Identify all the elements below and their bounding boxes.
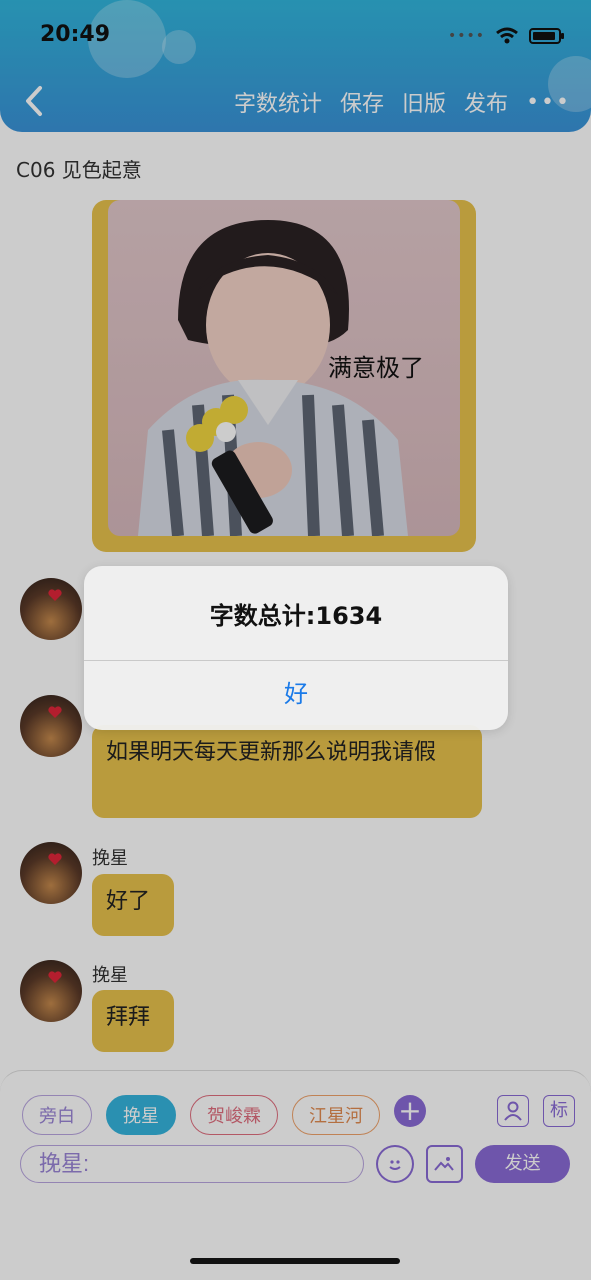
alert-title: 字数总计:1634 [209, 602, 383, 630]
word-count-alert: 字数总计:1634 好 [84, 566, 508, 730]
home-indicator [190, 1258, 400, 1264]
divider [84, 660, 508, 661]
ok-button[interactable]: 好 [84, 674, 508, 709]
